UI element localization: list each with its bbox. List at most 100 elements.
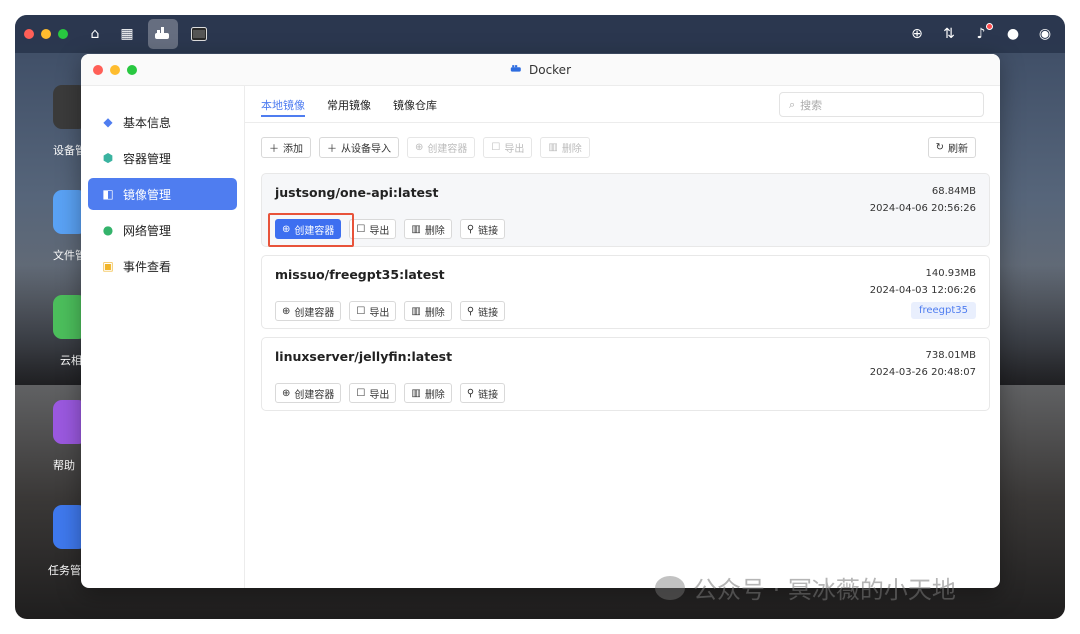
tab-image-registry[interactable]: 镜像仓库	[393, 86, 437, 123]
sidebar: ◆ 基本信息 ⬢ 容器管理 ◧ 镜像管理 ● 网络管理 ▣ 事件查看	[81, 86, 245, 588]
export-icon: ☐	[356, 387, 366, 399]
image-name: missuo/freegpt35:latest	[275, 267, 445, 282]
create-container-button[interactable]: ⊕ 创建容器	[275, 383, 342, 403]
image-size: 140.93MB	[925, 268, 976, 279]
wechat-icon	[655, 575, 685, 600]
plus-circle-icon: ⊕	[282, 305, 291, 317]
bell-icon[interactable]: ♪	[973, 23, 993, 42]
create-label: 创建容器	[427, 144, 468, 155]
link-label: 链接	[478, 389, 499, 401]
export-label: 导出	[369, 225, 390, 237]
image-actions: ⊕ 创建容器 ☐ 导出 ▥ 删除 ⚲ 链接	[268, 213, 506, 247]
link-button[interactable]: ⚲ 链接	[459, 219, 506, 239]
delete-button[interactable]: ▥ 删除	[540, 137, 590, 158]
event-icon: ▣	[102, 259, 114, 273]
cube-icon: ⬢	[102, 151, 114, 165]
import-button[interactable]: ＋ 从设备导入	[319, 137, 399, 158]
desktop-label: 帮助	[53, 459, 75, 472]
desktop-label: 云相	[60, 354, 82, 367]
minimize-dot[interactable]	[41, 29, 51, 39]
sidebar-item-label: 基本信息	[123, 115, 172, 130]
plus-icon: ＋	[269, 144, 279, 155]
container-tag[interactable]: freegpt35	[910, 302, 976, 319]
close-dot[interactable]	[24, 29, 34, 39]
tab-common-images[interactable]: 常用镜像	[327, 86, 371, 123]
plus-icon: ＋	[327, 144, 337, 155]
export-button[interactable]: ☐ 导出	[483, 137, 533, 158]
link-label: 链接	[478, 307, 499, 319]
export-button[interactable]: ☐ 导出	[349, 219, 397, 239]
delete-button[interactable]: ▥ 删除	[404, 383, 452, 403]
refresh-icon: ↻	[935, 142, 944, 153]
export-label: 导出	[369, 307, 390, 319]
link-icon: ⚲	[466, 387, 475, 399]
image-card[interactable]: missuo/freegpt35:latest 140.93MB 2024-04…	[261, 255, 990, 329]
docker-app-icon[interactable]	[148, 19, 178, 49]
docker-window: Docker ◆ 基本信息 ⬢ 容器管理 ◧ 镜像管理 ● 网络管理 ▣ 事件查…	[81, 54, 1000, 588]
export-icon: ☐	[491, 142, 501, 153]
tab-bar: 本地镜像 常用镜像 镜像仓库	[261, 86, 437, 123]
trash-icon: ▥	[548, 142, 558, 153]
maximize-dot[interactable]	[58, 29, 68, 39]
search-input[interactable]: ⌕ 搜索	[779, 92, 984, 117]
refresh-label: 刷新	[948, 144, 968, 155]
window-titlebar: Docker	[81, 54, 1000, 86]
system-traffic-lights	[24, 29, 68, 39]
export-icon: ☐	[356, 223, 366, 235]
sidebar-item-basic-info[interactable]: ◆ 基本信息	[88, 106, 237, 138]
notification-dot	[986, 23, 993, 30]
divider	[245, 122, 1000, 123]
link-icon: ⚲	[466, 305, 475, 317]
watermark-text: 公众号 · 冥冰薇的小天地	[693, 576, 956, 604]
delete-button[interactable]: ▥ 删除	[404, 301, 452, 321]
trash-icon: ▥	[411, 223, 421, 235]
refresh-button[interactable]: ↻ 刷新	[927, 137, 976, 158]
plus-circle-icon: ⊕	[282, 387, 291, 399]
sidebar-item-label: 镜像管理	[123, 187, 172, 202]
create-container-button[interactable]: ⊕ 创建容器	[407, 137, 476, 158]
desktop-label: 任务管	[48, 564, 81, 577]
create-label: 创建容器	[294, 389, 335, 401]
export-button[interactable]: ☐ 导出	[349, 383, 397, 403]
settings-icon[interactable]: ◉	[1037, 26, 1053, 42]
globe-icon[interactable]: ⊕	[909, 26, 925, 42]
sidebar-item-label: 容器管理	[123, 151, 172, 166]
image-date: 2024-03-26 20:48:07	[869, 367, 976, 378]
image-name: linuxserver/jellyfin:latest	[275, 349, 453, 364]
sidebar-item-network[interactable]: ● 网络管理	[88, 214, 237, 246]
highlight-box	[268, 213, 354, 247]
link-button[interactable]: ⚲ 链接	[459, 301, 506, 321]
sidebar-item-images[interactable]: ◧ 镜像管理	[88, 178, 237, 210]
sidebar-item-containers[interactable]: ⬢ 容器管理	[88, 142, 237, 174]
search-icon: ⌕	[789, 97, 796, 111]
tab-local-images[interactable]: 本地镜像	[261, 86, 305, 123]
terminal-icon[interactable]	[188, 23, 210, 45]
image-card[interactable]: linuxserver/jellyfin:latest 738.01MB 202…	[261, 337, 990, 411]
link-button[interactable]: ⚲ 链接	[459, 383, 506, 403]
add-button[interactable]: ＋ 添加	[261, 137, 311, 158]
create-container-button[interactable]: ⊕ 创建容器	[275, 301, 342, 321]
export-label: 导出	[504, 144, 525, 155]
delete-label: 删除	[561, 144, 582, 155]
add-label: 添加	[283, 144, 303, 155]
image-size: 738.01MB	[925, 350, 976, 361]
create-container-button[interactable]: ⊕ 创建容器	[268, 213, 354, 247]
main-panel: 本地镜像 常用镜像 镜像仓库 ⌕ 搜索 ＋添加 ＋从设备导入 ⊕ 创建容器 ☐ 导出…	[245, 86, 1000, 588]
user-icon[interactable]: ●	[1005, 26, 1021, 42]
export-button[interactable]: ☐ 导出	[349, 301, 397, 321]
export-label: 导出	[369, 389, 390, 401]
transfer-icon[interactable]: ⇅	[941, 26, 957, 42]
sidebar-item-label: 事件查看	[123, 259, 172, 274]
sidebar-item-label: 网络管理	[123, 223, 172, 238]
image-card[interactable]: justsong/one-api:latest 68.84MB 2024-04-…	[261, 173, 990, 247]
sidebar-item-events[interactable]: ▣ 事件查看	[88, 250, 237, 282]
apps-grid-icon[interactable]: ▦	[116, 23, 138, 45]
home-icon[interactable]: ⌂	[84, 23, 106, 45]
docker-icon	[510, 63, 523, 76]
image-name: justsong/one-api:latest	[275, 185, 439, 200]
delete-button[interactable]: ▥ 删除	[404, 219, 452, 239]
globe-icon: ●	[102, 223, 114, 237]
plus-circle-icon: ⊕	[415, 142, 424, 153]
trash-icon: ▥	[411, 305, 421, 317]
trash-icon: ▥	[411, 387, 421, 399]
